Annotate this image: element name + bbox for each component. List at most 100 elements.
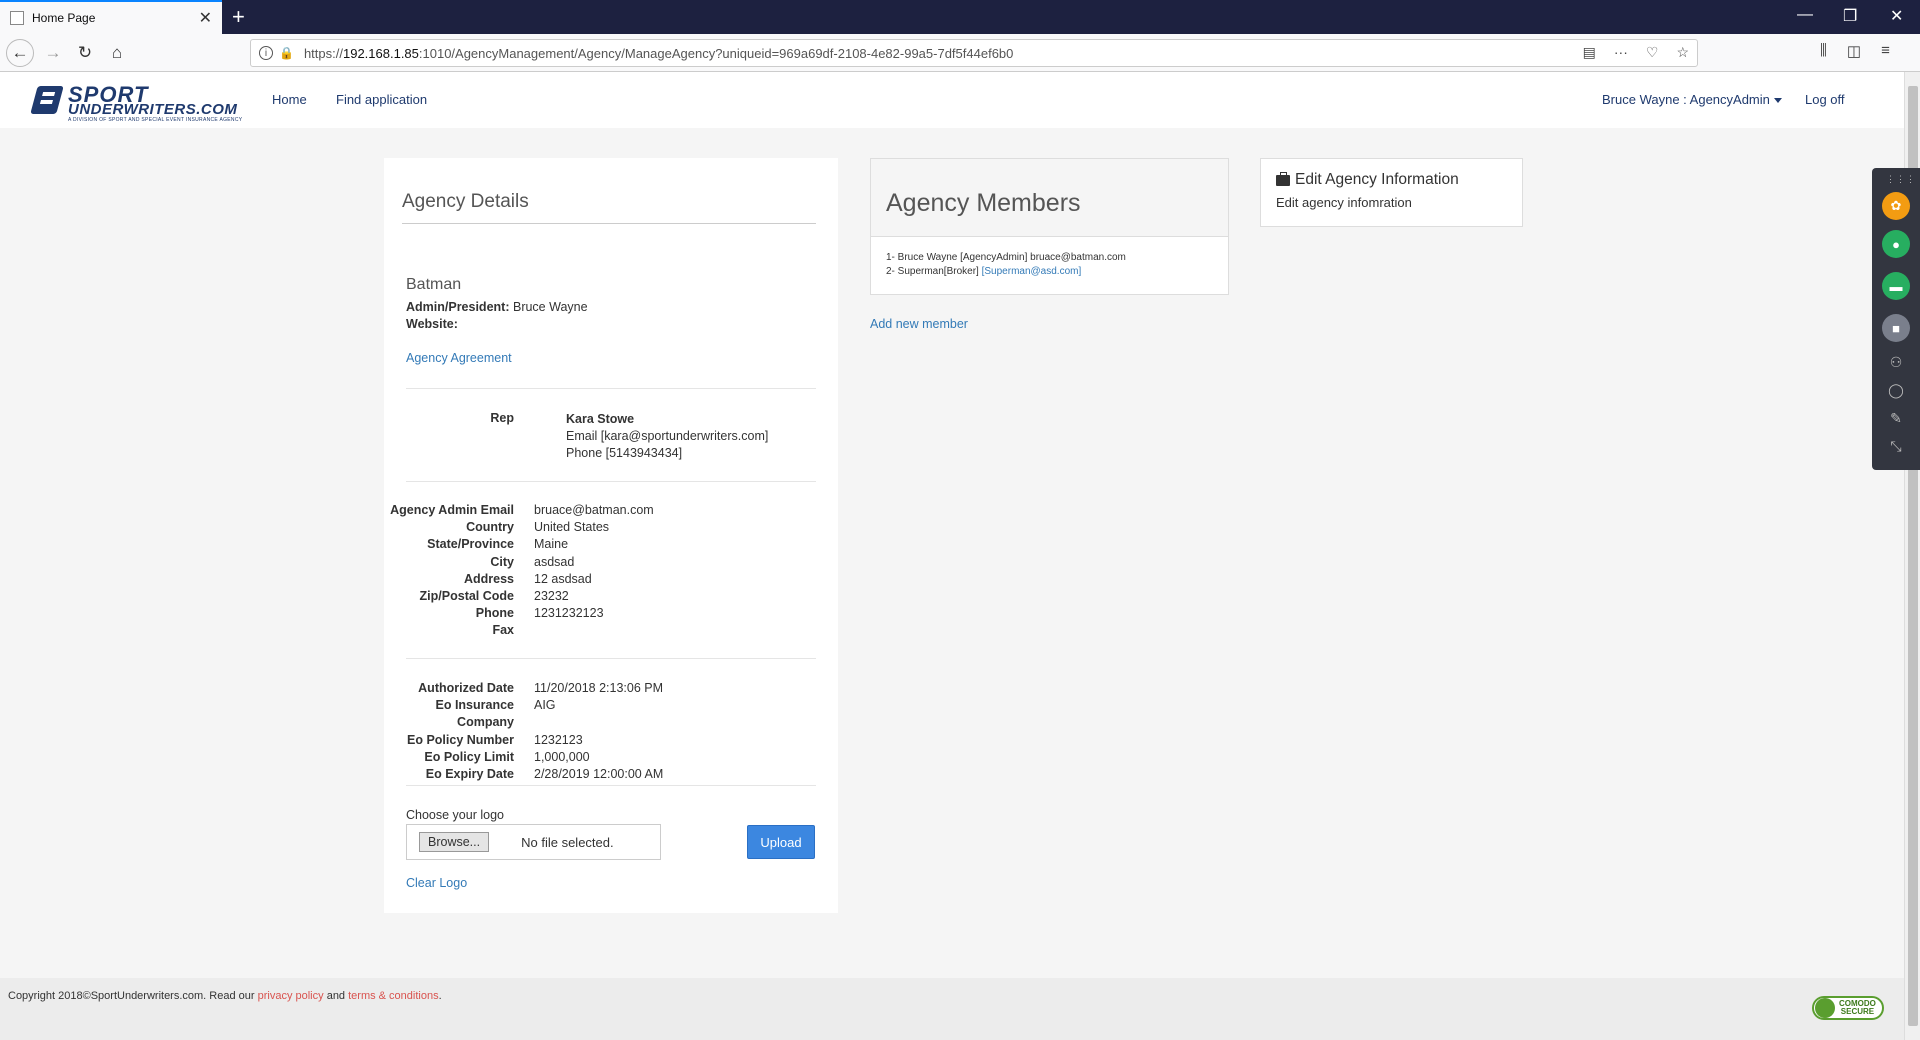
edit-agency-title-text: Edit Agency Information	[1295, 171, 1459, 188]
info-icon[interactable]: i	[259, 46, 273, 60]
detail-row: Eo Expiry Date 2/28/2019 12:00:00 AM	[425, 767, 664, 782]
thumbs-up-icon	[1815, 998, 1835, 1018]
detail-row: City asdsad	[490, 554, 575, 569]
restore-icon[interactable]: ❐	[1843, 6, 1857, 26]
home-icon[interactable]: ⌂	[104, 40, 130, 66]
url-host: 192.168.1.85	[342, 45, 419, 61]
menu-icon[interactable]: ≡	[1881, 42, 1890, 60]
logo-tagline: A DIVISION OF SPORT AND SPECIAL EVENT IN…	[68, 117, 243, 123]
side-toolbar: ⋮⋮⋮ ✿ ● ▬ ■ ⚇ ◯ ✎ ⤡	[1872, 168, 1920, 470]
briefcase-icon	[1276, 171, 1290, 186]
detail-row: Address 12 asdsad	[463, 571, 592, 586]
copyright-text: Copyright 2018©SportUnderwriters.com. Re…	[8, 990, 442, 1002]
rep-info: Kara Stowe Email [kara@sportunderwriters…	[566, 411, 768, 463]
browse-button[interactable]: Browse...	[419, 832, 490, 852]
panel-title: Agency Details	[402, 191, 529, 212]
pocket-icon[interactable]: ♡	[1646, 44, 1659, 61]
logoff-link[interactable]: Log off	[1805, 92, 1845, 107]
logo-text-underwriters: UNDERWRITERS.COM	[68, 101, 238, 118]
expand-icon[interactable]: ⤡	[1886, 438, 1906, 454]
detail-row: State/Province Maine	[427, 537, 569, 552]
drag-handle-icon[interactable]: ⋮⋮⋮	[1886, 174, 1915, 188]
rep-phone: Phone [5143943434]	[566, 446, 683, 461]
logo-mark-icon	[30, 86, 64, 114]
pen-icon[interactable]: ✎	[1886, 410, 1906, 426]
logo-file-input[interactable]: Browse... No file selected.	[406, 824, 661, 860]
divider	[406, 388, 816, 389]
participants-icon[interactable]: ⚇	[1886, 354, 1906, 370]
forward-icon[interactable]: →	[40, 40, 66, 66]
comodo-secure-badge[interactable]: COMODO SECURE	[1812, 996, 1884, 1020]
more-actions-icon[interactable]: ···	[1614, 44, 1628, 61]
sidebar-icon[interactable]: ◫	[1847, 42, 1861, 60]
privacy-policy-link[interactable]: privacy policy	[258, 990, 324, 1002]
detail-row: Zip/Postal Code 23232	[419, 589, 569, 604]
reader-view-icon[interactable]: ▤	[1583, 44, 1596, 61]
url-bar[interactable]: i 🔒 https://192.168.1.85:1010/AgencyMana…	[250, 39, 1698, 67]
browser-tab[interactable]: Home Page ✕	[0, 0, 222, 34]
nav-find-application[interactable]: Find application	[336, 92, 427, 107]
chat-icon[interactable]: ◯	[1886, 382, 1906, 398]
tab-title: Home Page	[32, 11, 96, 25]
camera-icon[interactable]: ■	[1882, 314, 1910, 342]
lock-warning-icon[interactable]: 🔒	[279, 46, 294, 60]
agency-details-panel: Agency Details Batman Admin/President: B…	[384, 158, 838, 913]
reload-icon[interactable]: ↻	[72, 40, 98, 66]
browser-tab-bar: Home Page ✕ + — ❐ ✕	[0, 0, 1920, 34]
detail-row: Phone 1231232123	[475, 606, 604, 621]
url-path: :1010/AgencyManagement/Agency/ManageAgen…	[418, 45, 1014, 61]
terms-link[interactable]: terms & conditions	[348, 990, 438, 1002]
edit-agency-description: Edit agency infomration	[1276, 195, 1412, 210]
rep-name: Kara Stowe	[566, 412, 635, 426]
nav-home[interactable]: Home	[272, 92, 307, 107]
browser-nav-bar: ← → ↻ ⌂ i 🔒 https://192.168.1.85:1010/Ag…	[0, 34, 1920, 72]
website-label: Website:	[406, 317, 458, 331]
library-icon[interactable]: ⫼	[1820, 42, 1827, 60]
site-logo[interactable]: SPORT UNDERWRITERS.COM A DIVISION OF SPO…	[30, 82, 248, 123]
detail-row: Agency Admin Email bruace@batman.com	[390, 503, 654, 517]
clear-logo-link[interactable]: Clear Logo	[406, 876, 467, 890]
user-menu-label: Bruce Wayne : AgencyAdmin	[1602, 92, 1770, 107]
user-menu[interactable]: Bruce Wayne : AgencyAdmin	[1602, 92, 1782, 107]
detail-row: Eo Policy Limit 1,000,000	[424, 749, 590, 764]
admin-label: Admin/President:	[406, 300, 510, 314]
contact-details: Agency Admin Email bruace@batman.com Coun…	[384, 502, 794, 640]
minimize-icon[interactable]: —	[1797, 6, 1813, 24]
policy-details: Authorized Date 11/20/2018 2:13:06 PM Eo …	[384, 680, 794, 783]
divider	[406, 785, 816, 786]
rep-label: Rep	[490, 411, 514, 425]
edit-agency-title[interactable]: Edit Agency Information	[1276, 171, 1507, 189]
member-email-link[interactable]: [Superman@asd.com]	[982, 266, 1082, 277]
members-list: 1- Bruce Wayne [AgencyAdmin] bruace@batm…	[871, 237, 1228, 279]
screen-share-icon[interactable]: ▬	[1882, 272, 1910, 300]
add-new-member-link[interactable]: Add new member	[870, 317, 968, 331]
detail-row: Eo Policy Number 1232123	[407, 732, 583, 747]
list-item: 2- Superman[Broker] [Superman@asd.com]	[886, 266, 1082, 277]
edit-agency-panel[interactable]: Edit Agency Information Edit agency info…	[1260, 158, 1523, 227]
agency-members-panel: Agency Members 1- Bruce Wayne [AgencyAdm…	[870, 158, 1229, 295]
window-close-icon[interactable]: ✕	[1890, 6, 1903, 26]
members-title: Agency Members	[871, 159, 1228, 237]
upload-button[interactable]: Upload	[747, 825, 815, 859]
microphone-icon[interactable]: ●	[1882, 230, 1910, 258]
bookmark-star-icon[interactable]: ☆	[1676, 44, 1689, 61]
close-icon[interactable]: ✕	[199, 8, 212, 28]
website: Website:	[406, 317, 458, 331]
back-icon[interactable]: ←	[6, 39, 34, 67]
rep-email: Email [kara@sportunderwriters.com]	[566, 429, 769, 444]
detail-row: Eo Insurance Company AIG	[435, 698, 556, 730]
comodo-text: COMODO SECURE	[1839, 999, 1876, 1016]
divider	[406, 658, 816, 659]
admin-value: Bruce Wayne	[512, 300, 588, 314]
file-status: No file selected.	[521, 834, 614, 850]
page-icon	[10, 11, 24, 25]
logo-upload-label: Choose your logo	[406, 808, 504, 822]
app-logo-icon[interactable]: ✿	[1882, 192, 1910, 220]
caret-down-icon	[1773, 98, 1782, 104]
url-prefix: https://	[303, 45, 343, 61]
admin-president: Admin/President: Bruce Wayne	[406, 300, 588, 314]
site-header: SPORT UNDERWRITERS.COM A DIVISION OF SPO…	[0, 72, 1904, 128]
new-tab-icon[interactable]: +	[232, 4, 245, 30]
agency-agreement-link[interactable]: Agency Agreement	[406, 351, 512, 365]
list-item: 1- Bruce Wayne [AgencyAdmin] bruace@batm…	[886, 252, 1126, 263]
